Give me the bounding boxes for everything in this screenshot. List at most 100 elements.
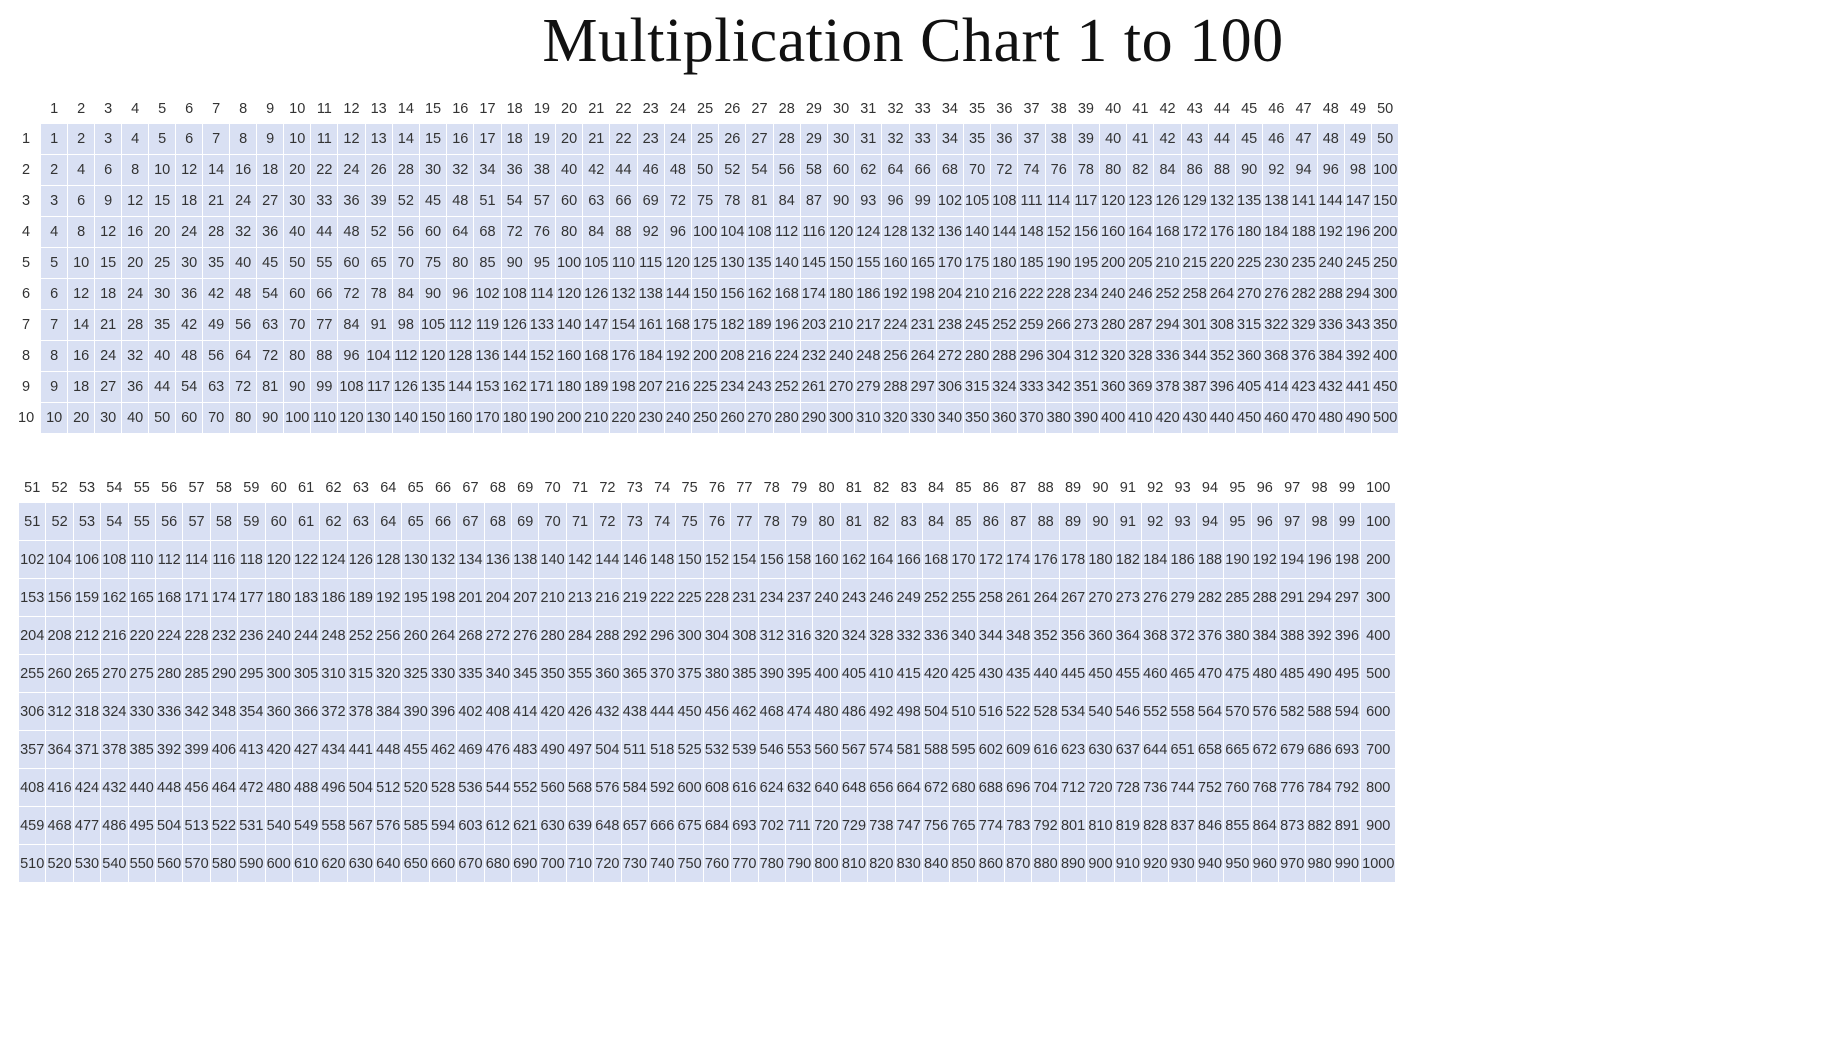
cell: 14: [203, 155, 230, 186]
cell: 194: [1278, 541, 1305, 579]
cell: 60: [828, 155, 855, 186]
cell: 801: [1059, 807, 1086, 845]
cell: 42: [203, 279, 230, 310]
cell: 97: [1278, 503, 1305, 541]
cell: 765: [950, 807, 977, 845]
cell: 82: [868, 503, 895, 541]
multiplication-table-bottom: 5152535455565758596061626364656667686970…: [18, 474, 1826, 883]
cell: 234: [758, 579, 785, 617]
cell: 490: [539, 731, 566, 769]
cell: 279: [1169, 579, 1196, 617]
cell: 41: [1127, 124, 1154, 155]
col-header: 82: [868, 474, 895, 503]
cell: 430: [977, 655, 1004, 693]
cell: 18: [68, 372, 95, 403]
cell: 693: [1333, 731, 1360, 769]
cell: 12: [338, 124, 365, 155]
cell: 160: [813, 541, 840, 579]
cell: 86: [1181, 155, 1208, 186]
cell: 608: [703, 769, 730, 807]
cell: 180: [501, 403, 528, 434]
cell: 84: [773, 186, 800, 217]
cell: 150: [1372, 186, 1399, 217]
row-header: 9: [18, 372, 41, 403]
cell: 6: [176, 124, 203, 155]
cell: 78: [365, 279, 392, 310]
cell: 9: [257, 124, 284, 155]
cell: 180: [991, 248, 1018, 279]
cell: 430: [1181, 403, 1208, 434]
cell: 329: [1290, 310, 1317, 341]
cell: 40: [1100, 124, 1127, 155]
cell: 44: [1208, 124, 1235, 155]
cell: 208: [719, 341, 746, 372]
cell: 651: [1169, 731, 1196, 769]
cell: 238: [936, 310, 963, 341]
cell: 220: [610, 403, 637, 434]
cell: 574: [868, 731, 895, 769]
multiplication-table-1: 1234567891011121314151617181920212223242…: [18, 95, 1399, 434]
cell: 94: [1196, 503, 1223, 541]
cell: 35: [203, 248, 230, 279]
cell: 315: [964, 372, 991, 403]
cell: 52: [719, 155, 746, 186]
cell: 90: [1087, 503, 1114, 541]
cell: 77: [731, 503, 758, 541]
cell: 480: [1317, 403, 1344, 434]
cell: 658: [1196, 731, 1223, 769]
cell: 23: [637, 124, 664, 155]
cell: 423: [1290, 372, 1317, 403]
cell: 196: [1306, 541, 1333, 579]
cell: 130: [719, 248, 746, 279]
cell: 13: [365, 124, 392, 155]
cell: 246: [1127, 279, 1154, 310]
cell: 171: [528, 372, 555, 403]
cell: 24: [176, 217, 203, 248]
cell: 189: [746, 310, 773, 341]
cell: 710: [566, 845, 593, 883]
cell: 24: [664, 124, 691, 155]
cell: 664: [895, 769, 922, 807]
cell: 376: [1290, 341, 1317, 372]
cell: 88: [1208, 155, 1235, 186]
cell: 105: [964, 186, 991, 217]
cell: 790: [785, 845, 812, 883]
table-row: 1010203040506070809010011012013014015016…: [18, 403, 1399, 434]
cell: 95: [528, 248, 555, 279]
cell: 17: [474, 124, 501, 155]
col-header: 18: [501, 95, 528, 124]
col-header: 44: [1208, 95, 1235, 124]
col-header: 52: [46, 474, 73, 503]
table-row: 5510152025303540455055606570758085909510…: [18, 248, 1399, 279]
cell: 819: [1114, 807, 1141, 845]
cell: 105: [419, 310, 446, 341]
cell: 19: [528, 124, 555, 155]
cell: 960: [1251, 845, 1278, 883]
cell: 50: [149, 403, 176, 434]
cell: 36: [257, 217, 284, 248]
cell: 126: [1154, 186, 1181, 217]
cell: 46: [1263, 124, 1290, 155]
cell: 28: [392, 155, 419, 186]
row-header: 3: [18, 186, 41, 217]
cell: 420: [922, 655, 949, 693]
cell: 456: [183, 769, 210, 807]
cell: 300: [1372, 279, 1399, 310]
cell: 135: [419, 372, 446, 403]
cell: 396: [1333, 617, 1360, 655]
cell: 185: [1018, 248, 1045, 279]
cell: 56: [230, 310, 257, 341]
col-header: 69: [512, 474, 539, 503]
cell: 125: [691, 248, 718, 279]
cell: 126: [583, 279, 610, 310]
cell: 333: [1018, 372, 1045, 403]
cell: 240: [1100, 279, 1127, 310]
cell: 61: [292, 503, 319, 541]
cell: 624: [758, 769, 785, 807]
cell: 170: [936, 248, 963, 279]
cell: 558: [320, 807, 347, 845]
cell: 14: [392, 124, 419, 155]
cell: 768: [1251, 769, 1278, 807]
cell: 500: [1372, 403, 1399, 434]
cell: 78: [1072, 155, 1099, 186]
